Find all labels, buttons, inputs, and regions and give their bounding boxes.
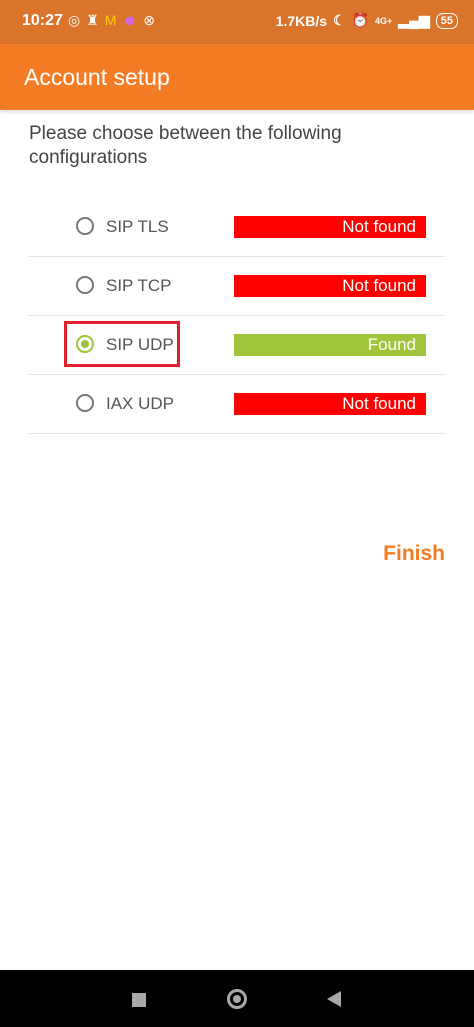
status-badge: Not found — [234, 393, 426, 415]
status-time: 10:27 — [22, 12, 63, 29]
config-row-sip-udp[interactable]: SIP UDP Found — [28, 316, 445, 375]
moon-icon: ☾ — [333, 12, 346, 28]
status-badge: Not found — [234, 216, 426, 238]
alarm-icon: ⏰ — [351, 12, 370, 28]
network-type: 4G+ — [375, 15, 393, 26]
app-bar: Account setup — [0, 44, 474, 110]
instructions-text: Please choose between the following conf… — [29, 123, 342, 168]
battery-icon: 55 — [435, 12, 458, 29]
status-badge: Not found — [234, 275, 426, 297]
radio-button[interactable] — [76, 394, 94, 412]
notification-icons: ◎ ♜ M ☻ ⊗ — [68, 12, 155, 29]
whatsapp-icon: ◎ — [68, 12, 81, 28]
status-badge: Found — [234, 334, 426, 356]
config-row-sip-tls[interactable]: SIP TLS Not found — [28, 198, 445, 257]
radio-button-selected[interactable] — [76, 335, 94, 353]
configuration-list: SIP TLS Not found SIP TCP Not found SIP … — [28, 198, 445, 434]
config-label[interactable]: SIP TCP — [106, 276, 172, 296]
config-label[interactable]: SIP UDP — [106, 335, 174, 355]
status-right: 1.7KB/s ☾ ⏰ 4G+ ▂▄▆ 55 — [276, 12, 458, 29]
home-icon[interactable] — [227, 989, 247, 1009]
back-icon[interactable] — [327, 991, 341, 1007]
mcdonalds-icon: M — [104, 12, 117, 28]
app-icon: ♜ — [86, 12, 99, 28]
radio-button[interactable] — [76, 276, 94, 294]
cat-icon: ☻ — [122, 12, 138, 28]
page-title: Account setup — [24, 64, 170, 90]
config-label[interactable]: IAX UDP — [106, 394, 174, 414]
radio-button[interactable] — [76, 217, 94, 235]
network-speed: 1.7KB/s — [275, 12, 328, 29]
config-row-sip-tcp[interactable]: SIP TCP Not found — [28, 257, 445, 316]
config-label[interactable]: SIP TLS — [106, 217, 169, 237]
signal-icon: ▂▄▆ — [398, 12, 430, 28]
finish-button[interactable]: Finish — [383, 542, 445, 566]
recent-apps-icon[interactable] — [132, 993, 146, 1007]
status-bar: 10:27 ◎ ♜ M ☻ ⊗ 1.7KB/s ☾ ⏰ 4G+ ▂▄▆ 55 — [0, 0, 474, 44]
navigation-bar — [0, 970, 474, 1027]
config-row-iax-udp[interactable]: IAX UDP Not found — [28, 375, 445, 434]
close-circle-icon: ⊗ — [143, 12, 155, 28]
